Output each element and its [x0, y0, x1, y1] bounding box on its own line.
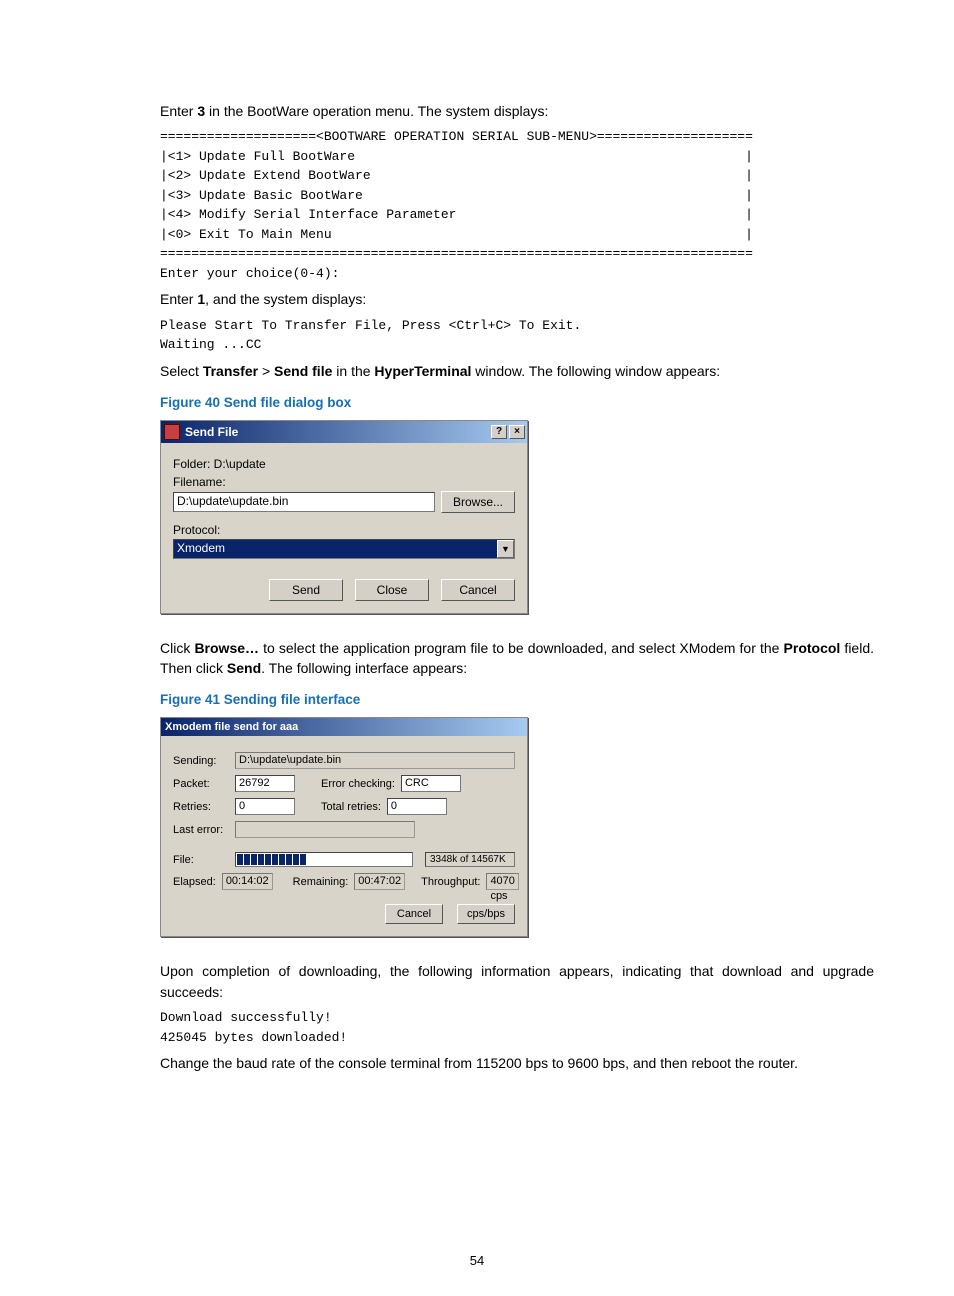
last-error-value — [235, 821, 415, 838]
dialog-titlebar: Xmodem file send for aaa — [161, 718, 527, 736]
throughput-label: Throughput: — [421, 876, 480, 888]
packet-label: Packet: — [173, 778, 229, 790]
protocol-label: Protocol: — [173, 523, 515, 537]
sending-value: D:\update\update.bin — [235, 752, 515, 769]
close-button[interactable]: Close — [355, 579, 429, 601]
intro-2: Enter 1, and the system displays: — [160, 289, 874, 309]
terminal-output-3: Download successfully! 425045 bytes down… — [160, 1008, 874, 1047]
terminal-output-2: Please Start To Transfer File, Press <Ct… — [160, 316, 874, 355]
browse-button[interactable]: Browse... — [441, 491, 515, 513]
throughput-value: 4070 cps — [486, 873, 518, 890]
packet-value: 26792 — [235, 775, 295, 792]
app-icon — [164, 424, 180, 440]
send-button[interactable]: Send — [269, 579, 343, 601]
sending-label: Sending: — [173, 755, 229, 767]
figure-40-caption: Figure 40 Send file dialog box — [160, 395, 874, 410]
file-label: File: — [173, 854, 229, 866]
error-checking-value: CRC — [401, 775, 461, 792]
intro-6: Change the baud rate of the console term… — [160, 1053, 874, 1073]
elapsed-value: 00:14:02 — [222, 873, 273, 890]
cpsbps-button[interactable]: cps/bps — [457, 904, 515, 924]
intro-5: Upon completion of downloading, the foll… — [160, 961, 874, 1002]
error-checking-label: Error checking: — [321, 778, 395, 790]
file-progress-bar — [235, 852, 413, 867]
intro-4: Click Browse… to select the application … — [160, 638, 874, 679]
page-number: 54 — [0, 1253, 954, 1268]
filename-input[interactable]: D:\update\update.bin — [173, 492, 435, 512]
send-file-dialog: Send File ? × Folder: D:\update Filename… — [160, 420, 528, 614]
last-error-label: Last error: — [173, 824, 229, 836]
retries-label: Retries: — [173, 801, 229, 813]
total-retries-label: Total retries: — [321, 801, 381, 813]
folder-label: Folder: D:\update — [173, 457, 515, 471]
dialog-titlebar: Send File ? × — [161, 421, 527, 443]
dialog-title: Send File — [185, 425, 489, 439]
retries-value: 0 — [235, 798, 295, 815]
terminal-output-1: ====================<BOOTWARE OPERATION … — [160, 127, 874, 283]
total-retries-value: 0 — [387, 798, 447, 815]
close-icon[interactable]: × — [509, 425, 525, 439]
help-button[interactable]: ? — [491, 425, 507, 439]
filename-label: Filename: — [173, 475, 515, 489]
cancel-button[interactable]: Cancel — [385, 904, 443, 924]
remaining-label: Remaining: — [293, 876, 349, 888]
chevron-down-icon[interactable]: ▼ — [497, 540, 514, 558]
file-progress-text: 3348k of 14567K — [425, 852, 515, 867]
figure-41-caption: Figure 41 Sending file interface — [160, 692, 874, 707]
remaining-value: 00:47:02 — [354, 873, 405, 890]
protocol-select[interactable]: Xmodem — [173, 539, 515, 559]
intro-3: Select Transfer > Send file in the Hyper… — [160, 361, 874, 381]
xmodem-send-dialog: Xmodem file send for aaa Sending: D:\upd… — [160, 717, 528, 937]
elapsed-label: Elapsed: — [173, 876, 216, 888]
cancel-button[interactable]: Cancel — [441, 579, 515, 601]
intro-1: Enter 3 in the BootWare operation menu. … — [160, 101, 874, 121]
